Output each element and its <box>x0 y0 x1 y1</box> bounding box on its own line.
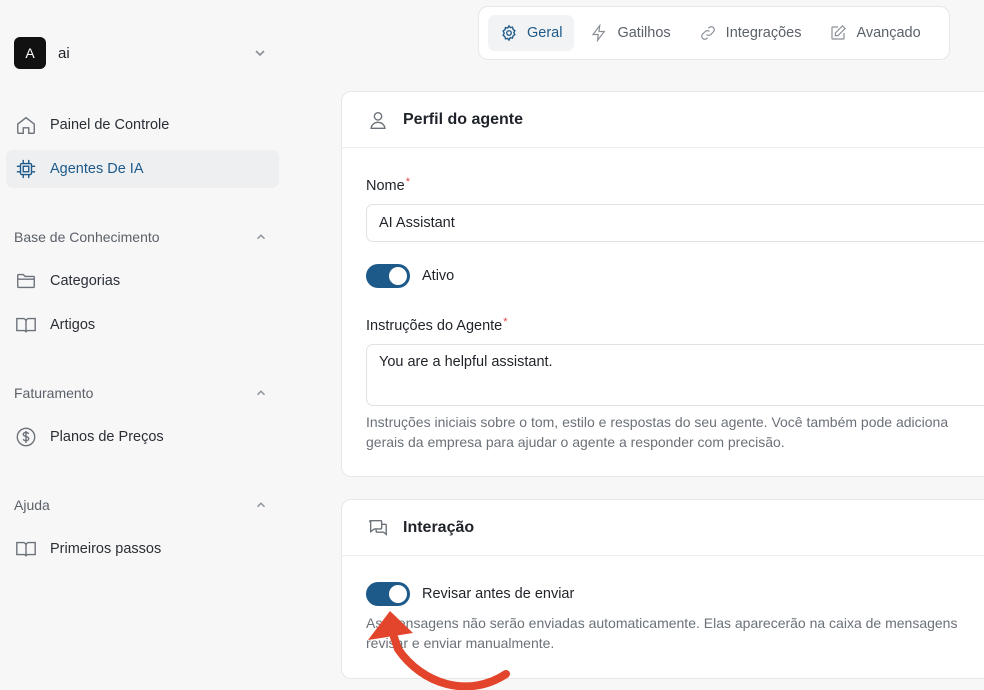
instructions-help-text-line1: Instruções iniciais sobre o tom, estilo … <box>366 414 949 430</box>
active-label: Ativo <box>422 268 455 284</box>
sidebar-item-label: Planos de Preços <box>50 429 164 445</box>
toggle-knob <box>389 267 407 285</box>
tab-integrations[interactable]: Integrações <box>687 15 814 51</box>
gear-icon <box>500 24 518 42</box>
review-help-text-line2: revisar e enviar manualmente. <box>366 635 555 651</box>
section-title: Faturamento <box>14 385 94 401</box>
sidebar-item-categories[interactable]: Categorias <box>6 262 279 300</box>
sidebar-item-label: Agentes De IA <box>50 161 144 177</box>
instructions-help-text-line2: gerais da empresa para ajudar o agente a… <box>366 434 785 450</box>
chevron-down-icon <box>255 50 265 57</box>
sidebar-item-pricing-plans[interactable]: Planos de Preços <box>6 418 279 456</box>
tab-label: Integrações <box>725 25 802 41</box>
folder-icon <box>15 270 37 292</box>
workspace-switcher[interactable]: A ai <box>14 37 276 69</box>
tab-label: Avançado <box>856 25 921 41</box>
interaction-card: Interação Revisar antes de enviar As men… <box>341 499 984 679</box>
section-header-knowledge-base[interactable]: Base de Conhecimento <box>14 227 276 247</box>
link-icon <box>699 24 717 42</box>
sidebar-item-getting-started[interactable]: Primeiros passos <box>6 530 279 568</box>
sidebar-item-label: Painel de Controle <box>50 117 170 133</box>
sidebar-item-ai-agents[interactable]: Agentes De IA <box>6 150 279 188</box>
name-label-text: Nome <box>366 178 405 194</box>
required-asterisk: * <box>405 176 410 188</box>
sidebar-item-label: Categorias <box>50 273 121 289</box>
active-toggle[interactable] <box>366 264 410 288</box>
section-title: Base de Conhecimento <box>14 229 160 245</box>
tab-label: Gatilhos <box>617 25 671 41</box>
name-label: Nome* <box>366 176 410 194</box>
section-title: Ajuda <box>14 497 50 513</box>
sidebar-item-label: Artigos <box>50 317 96 333</box>
dollar-icon <box>15 426 37 448</box>
section-header-help[interactable]: Ajuda <box>14 495 276 515</box>
card-header: Interação <box>342 500 984 556</box>
book-icon <box>15 538 37 560</box>
chevron-up-icon <box>257 234 265 240</box>
section-header-billing[interactable]: Faturamento <box>14 383 276 403</box>
chevron-up-icon <box>257 390 265 396</box>
card-title: Perfil do agente <box>403 110 524 128</box>
review-before-send-toggle[interactable] <box>366 582 410 606</box>
instructions-textarea[interactable]: You are a helpful assistant. <box>366 344 984 406</box>
name-input[interactable]: AI Assistant <box>366 204 984 242</box>
lightning-icon <box>590 24 608 42</box>
instructions-label-text: Instruções do Agente <box>366 318 503 334</box>
cpu-icon <box>15 158 37 180</box>
instructions-label: Instruções do Agente* <box>366 316 508 334</box>
review-help-text-line1: As mensagens não serão enviadas automati… <box>366 615 958 631</box>
book-icon <box>15 314 37 336</box>
tab-general[interactable]: Geral <box>488 15 575 51</box>
edit-icon <box>829 24 847 42</box>
card-header: Perfil do agente <box>342 92 984 148</box>
tab-label: Geral <box>527 25 563 41</box>
sidebar: A ai Painel de Controle Agentes De IA Ba… <box>0 0 292 690</box>
settings-tabs: Geral Gatilhos Integrações Avançado <box>478 6 950 60</box>
agent-profile-card: Perfil do agente Nome* AI Assistant Ativ… <box>341 91 984 477</box>
required-asterisk: * <box>503 316 508 328</box>
card-title: Interação <box>403 518 475 536</box>
active-toggle-row: Ativo <box>366 264 454 288</box>
tab-advanced[interactable]: Avançado <box>817 15 932 51</box>
review-toggle-row: Revisar antes de enviar <box>366 582 574 606</box>
user-icon <box>366 108 390 132</box>
toggle-knob <box>389 585 407 603</box>
review-label: Revisar antes de enviar <box>422 586 575 602</box>
sidebar-item-articles[interactable]: Artigos <box>6 306 279 344</box>
chat-icon <box>366 516 390 540</box>
sidebar-item-label: Primeiros passos <box>50 541 162 557</box>
workspace-avatar: A <box>14 37 46 69</box>
tab-triggers[interactable]: Gatilhos <box>578 15 682 51</box>
chevron-up-icon <box>257 502 265 508</box>
sidebar-item-dashboard[interactable]: Painel de Controle <box>6 106 279 144</box>
workspace-name: ai <box>58 44 70 62</box>
home-icon <box>15 114 37 136</box>
